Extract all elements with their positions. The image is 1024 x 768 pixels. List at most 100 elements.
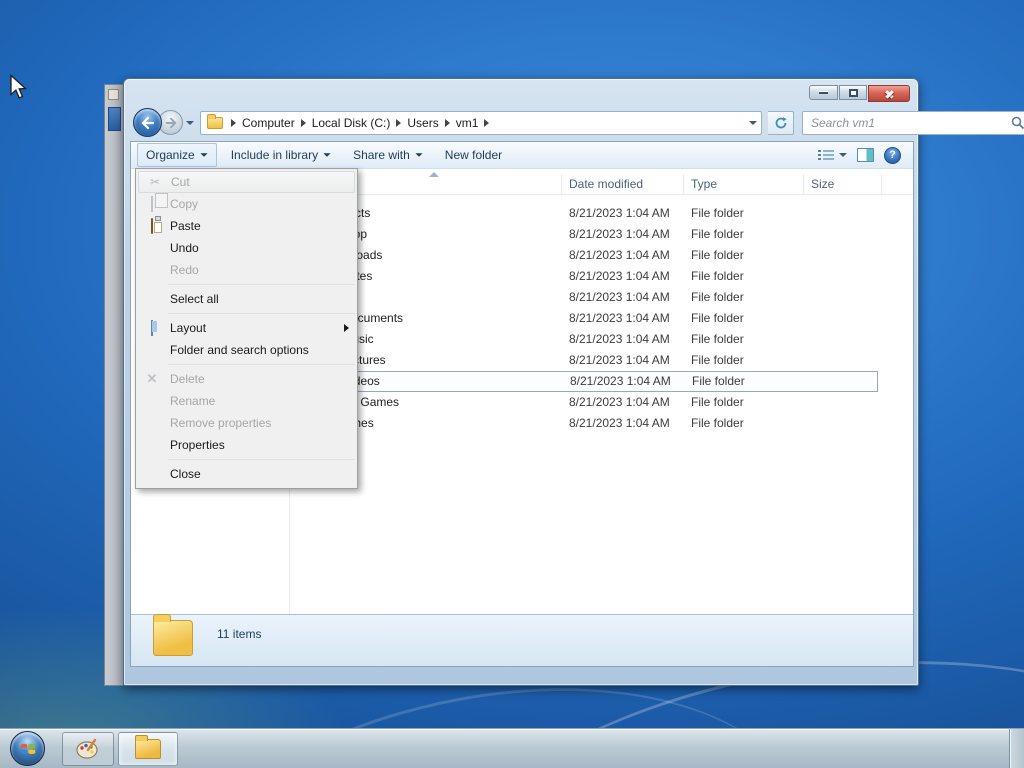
file-date: 8/21/2023 1:04 AM [569, 269, 670, 283]
refresh-button[interactable] [768, 111, 794, 135]
file-type: File folder [691, 269, 744, 283]
file-date: 8/21/2023 1:04 AM [569, 248, 670, 262]
file-row-favorites[interactable]: Favorites8/21/2023 1:04 AMFile folder [295, 266, 906, 287]
column-headers: Date modified Type Size [290, 172, 913, 195]
minimize-icon [819, 91, 828, 94]
file-row-my-documents[interactable]: My Documents 8/21/2023 1:04 AM File folder [295, 308, 906, 329]
menu-item-folder-and-search-options[interactable]: Folder and search options [136, 339, 357, 361]
organize-label: Organize [146, 148, 195, 162]
breadcrumb-separator-icon [300, 119, 306, 127]
address-dropdown[interactable] [749, 121, 757, 125]
file-row-searches[interactable]: Searches8/21/2023 1:04 AMFile folder [295, 413, 906, 434]
file-type: File folder [692, 374, 745, 388]
breadcrumb-vm1[interactable]: vm1 [452, 116, 483, 130]
file-row-saved-games[interactable]: Saved Games 8/21/2023 1:04 AM File folder [295, 392, 906, 413]
breadcrumb-separator-icon [484, 119, 490, 127]
search-icon[interactable] [1011, 116, 1024, 130]
taskbar [0, 728, 1024, 768]
column-size[interactable]: Size [811, 177, 834, 191]
file-type: File folder [691, 206, 744, 220]
file-row-desktop[interactable]: Desktop8/21/2023 1:04 AMFile folder [295, 224, 906, 245]
menu-item-undo[interactable]: Undo [136, 237, 357, 259]
scissors-icon: ✂ [149, 175, 161, 189]
refresh-icon [775, 117, 787, 129]
file-row-my-pictures[interactable]: My Pictures8/21/2023 1:04 AMFile folder [295, 350, 906, 371]
details-pane: 11 items [131, 614, 913, 666]
breadcrumb-users[interactable]: Users [403, 116, 442, 130]
column-separator[interactable] [683, 174, 684, 195]
organize-menu: ✂ Cut Copy Paste Undo Redo Select all Lay… [135, 168, 358, 489]
column-type[interactable]: Type [691, 177, 717, 191]
menu-separator [168, 313, 355, 314]
search-placeholder: Search vm1 [811, 116, 876, 130]
file-row-my-videos-selected[interactable]: My Videos8/21/2023 1:04 AMFile folder [295, 371, 878, 392]
menu-item-redo: Redo [170, 263, 199, 277]
preview-pane-button[interactable] [857, 148, 874, 162]
mouse-cursor [10, 74, 28, 99]
layout-icon [143, 320, 161, 336]
back-button[interactable] [133, 108, 162, 137]
file-row-my-music[interactable]: My Music8/21/2023 1:04 AMFile folder [295, 329, 906, 350]
help-button[interactable]: ? [884, 146, 901, 164]
clipboard-icon [143, 218, 161, 234]
file-row-downloads[interactable]: Downloads8/21/2023 1:04 AMFile folder [295, 245, 906, 266]
file-rows: Contacts8/21/2023 1:04 AMFile folder Des… [295, 203, 906, 434]
back-arrow-icon [141, 116, 154, 129]
paint-palette-icon [76, 738, 98, 759]
background-window-sliver[interactable] [104, 84, 123, 686]
breadcrumb-computer[interactable]: Computer [238, 116, 299, 130]
menu-item-copy: Copy [136, 193, 357, 215]
menu-item-close[interactable]: Close [136, 463, 357, 485]
new-folder-label: New folder [444, 148, 503, 162]
file-type: File folder [691, 227, 744, 241]
menu-item-rename: Rename [170, 394, 216, 408]
file-date: 8/21/2023 1:04 AM [569, 395, 670, 409]
file-date: 8/21/2023 1:04 AM [569, 311, 670, 325]
item-count: 11 items [217, 627, 262, 641]
file-date: 8/21/2023 1:04 AM [569, 332, 670, 346]
file-row-contacts[interactable]: Contacts8/21/2023 1:04 AMFile folder [295, 203, 906, 224]
menu-item-layout[interactable]: Layout [136, 317, 357, 339]
menu-item-properties[interactable]: Properties [136, 434, 357, 456]
breadcrumb-separator-icon [231, 119, 236, 127]
forward-arrow-icon [165, 117, 176, 128]
include-in-library-button[interactable]: Include in library [223, 144, 339, 166]
column-date-modified[interactable]: Date modified [569, 177, 643, 191]
file-date: 8/21/2023 1:04 AM [569, 227, 670, 241]
taskbar-explorer-button-active[interactable] [118, 732, 178, 766]
menu-item-paste[interactable]: Paste [136, 215, 357, 237]
file-date: 8/21/2023 1:04 AM [569, 206, 670, 220]
change-view-button[interactable] [818, 149, 847, 161]
chevron-down-icon [200, 153, 208, 157]
maximize-button[interactable] [839, 85, 867, 100]
chevron-down-icon [839, 153, 847, 157]
address-bar[interactable]: Computer Local Disk (C:) Users vm1 [200, 111, 762, 135]
column-separator[interactable] [881, 174, 882, 195]
organize-button[interactable]: Organize [137, 143, 217, 167]
file-row-links[interactable]: Links8/21/2023 1:04 AMFile folder [295, 287, 906, 308]
search-input[interactable]: Search vm1 [802, 111, 1024, 135]
breadcrumb-local-disk[interactable]: Local Disk (C:) [308, 116, 395, 130]
file-date: 8/21/2023 1:04 AM [569, 290, 670, 304]
show-desktop-button[interactable] [1009, 729, 1024, 768]
sort-ascending-icon [429, 172, 439, 177]
menu-item-select-all[interactable]: Select all [136, 288, 357, 310]
file-type: File folder [691, 248, 744, 262]
recent-pages-dropdown[interactable] [186, 121, 194, 125]
column-separator[interactable] [561, 174, 562, 195]
submenu-arrow-icon [344, 324, 349, 332]
windows-logo-icon [20, 743, 35, 754]
taskbar-paint-button[interactable] [62, 732, 114, 766]
file-type: File folder [691, 416, 744, 430]
column-separator[interactable] [803, 174, 804, 195]
close-button[interactable] [868, 85, 910, 102]
close-icon [884, 88, 895, 99]
file-date: 8/21/2023 1:04 AM [570, 374, 671, 388]
file-type: File folder [691, 311, 744, 325]
file-type: File folder [691, 353, 744, 367]
start-button[interactable] [10, 731, 45, 766]
explorer-folder-icon [135, 735, 161, 759]
share-with-button[interactable]: Share with [345, 144, 431, 166]
minimize-button[interactable] [809, 85, 838, 100]
new-folder-button[interactable]: New folder [437, 144, 510, 166]
